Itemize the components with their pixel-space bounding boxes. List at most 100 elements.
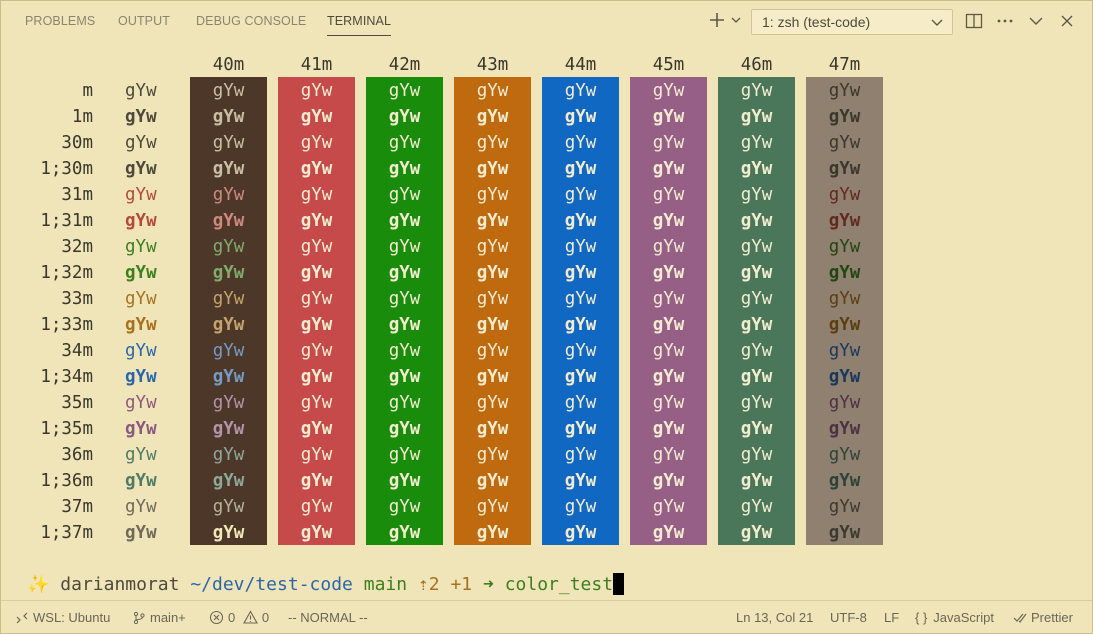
- bg-column-47m: gYw gYw gYw gYw gYw gYw gYw gYw gYw gYw gYw gYw gYw g…: [806, 77, 883, 545]
- color-sample-cell: gYw: [300, 367, 333, 387]
- color-sample-cell: gYw: [828, 289, 861, 309]
- language-mode[interactable]: { } JavaScript: [915, 610, 994, 626]
- color-sample-cell: gYw: [212, 185, 245, 205]
- color-sample-cell: gYw: [212, 263, 245, 283]
- color-sample-cell: gYw: [828, 263, 861, 283]
- prompt-branch: main: [363, 574, 408, 595]
- row-label: 1;32m: [40, 263, 93, 283]
- formatter[interactable]: Prettier: [1013, 610, 1073, 626]
- bg-header-41m: 41m: [300, 55, 333, 75]
- color-sample-cell: gYw: [300, 263, 333, 283]
- remote-indicator[interactable]: WSL: Ubuntu: [15, 610, 110, 626]
- color-sample-cell: gYw: [300, 211, 333, 231]
- color-sample-cell: gYw: [388, 211, 421, 231]
- git-branch-indicator[interactable]: main+: [132, 610, 186, 626]
- color-sample-cell: gYw: [652, 107, 685, 127]
- color-sample-cell: gYw: [652, 185, 685, 205]
- color-sample-cell: gYw: [740, 133, 773, 153]
- fg-sample: gYw: [125, 341, 157, 361]
- row-label: 35m: [61, 393, 93, 413]
- color-sample-cell: gYw: [564, 133, 597, 153]
- color-sample-cell: gYw: [740, 419, 773, 439]
- color-sample-cell: gYw: [300, 185, 333, 205]
- bg-column-40m: gYw gYw gYw gYw gYw gYw gYw gYw gYw gYw gYw gYw gYw g…: [190, 77, 267, 545]
- color-sample-cell: gYw: [476, 133, 509, 153]
- row-label: 1;35m: [40, 419, 93, 439]
- row-label: 1;37m: [40, 523, 93, 543]
- color-sample-cell: gYw: [740, 185, 773, 205]
- color-sample-cell: gYw: [300, 107, 333, 127]
- color-sample-cell: gYw: [828, 419, 861, 439]
- cursor-position[interactable]: Ln 13, Col 21: [736, 610, 813, 626]
- fg-sample: gYw: [125, 211, 157, 231]
- color-sample-cell: gYw: [564, 159, 597, 179]
- row-label: 30m: [61, 133, 93, 153]
- color-sample-cell: gYw: [388, 133, 421, 153]
- color-sample-cell: gYw: [388, 367, 421, 387]
- color-sample-cell: gYw: [212, 419, 245, 439]
- color-sample-cell: gYw: [300, 497, 333, 517]
- color-sample-cell: gYw: [212, 497, 245, 517]
- terminal-cursor: [613, 573, 625, 595]
- color-sample-cell: gYw: [564, 445, 597, 465]
- warning-count: 0: [261, 610, 270, 625]
- color-sample-cell: gYw: [476, 237, 509, 257]
- color-sample-cell: gYw: [212, 523, 245, 543]
- bg-header-46m: 46m: [740, 55, 773, 75]
- color-sample-cell: gYw: [828, 497, 861, 517]
- color-sample-cell: gYw: [388, 497, 421, 517]
- fg-sample: gYw: [125, 289, 157, 309]
- color-sample-cell: gYw: [564, 315, 597, 335]
- fg-sample: gYw: [125, 133, 157, 153]
- color-sample-cell: gYw: [652, 419, 685, 439]
- color-sample-cell: gYw: [828, 523, 861, 543]
- warning-icon: [242, 610, 258, 624]
- color-sample-cell: gYw: [476, 159, 509, 179]
- problems-indicator[interactable]: 0 0: [209, 610, 269, 626]
- row-label: m: [82, 81, 93, 101]
- color-sample-cell: gYw: [388, 107, 421, 127]
- color-sample-cell: gYw: [212, 471, 245, 491]
- color-sample-cell: gYw: [388, 263, 421, 283]
- remote-icon: [16, 612, 28, 624]
- row-label: 31m: [61, 185, 93, 205]
- bg-column-44m: gYw gYw gYw gYw gYw gYw gYw gYw gYw gYw gYw gYw gYw g…: [542, 77, 619, 545]
- color-sample-cell: gYw: [564, 341, 597, 361]
- color-sample-cell: gYw: [476, 497, 509, 517]
- color-sample-cell: gYw: [212, 81, 245, 101]
- status-bar: WSL: Ubuntu main+ 0 0 -- NORMAL -- Ln 13…: [1, 600, 1092, 634]
- eol[interactable]: LF: [884, 610, 899, 626]
- color-sample-cell: gYw: [212, 107, 245, 127]
- color-sample-cell: gYw: [652, 263, 685, 283]
- color-sample-cell: gYw: [388, 159, 421, 179]
- color-sample-cell: gYw: [652, 523, 685, 543]
- color-sample-cell: gYw: [652, 497, 685, 517]
- sparkle-icon: ✨: [27, 574, 50, 595]
- bg-header-42m: 42m: [388, 55, 421, 75]
- color-sample-cell: gYw: [652, 341, 685, 361]
- color-sample-cell: gYw: [740, 315, 773, 335]
- bg-header-40m: 40m: [212, 55, 245, 75]
- color-sample-cell: gYw: [564, 523, 597, 543]
- check-all-icon: [1013, 613, 1027, 623]
- color-sample-cell: gYw: [652, 81, 685, 101]
- prompt-arrow: ➜: [483, 574, 494, 595]
- fg-sample: gYw: [125, 471, 157, 491]
- bg-column-45m: gYw gYw gYw gYw gYw gYw gYw gYw gYw gYw gYw gYw gYw g…: [630, 77, 707, 545]
- encoding[interactable]: UTF-8: [830, 610, 867, 626]
- color-sample-cell: gYw: [828, 81, 861, 101]
- fg-sample: gYw: [125, 263, 157, 283]
- color-sample-cell: gYw: [564, 107, 597, 127]
- color-sample-cell: gYw: [652, 445, 685, 465]
- row-label: 33m: [61, 289, 93, 309]
- color-sample-cell: gYw: [300, 341, 333, 361]
- fg-sample: gYw: [125, 419, 157, 439]
- color-sample-cell: gYw: [828, 341, 861, 361]
- color-sample-cell: gYw: [740, 289, 773, 309]
- color-sample-cell: gYw: [740, 263, 773, 283]
- color-sample-cell: gYw: [740, 107, 773, 127]
- terminal-output[interactable]: 40m 41m 42m 43m 44m 45m 46m 47m m gYw 1m gYw 30m gYw 1…: [1, 1, 1092, 601]
- bg-column-46m: gYw gYw gYw gYw gYw gYw gYw gYw gYw gYw gYw gYw gYw g…: [718, 77, 795, 545]
- color-sample-cell: gYw: [388, 81, 421, 101]
- prompt-command: color_test: [504, 574, 614, 595]
